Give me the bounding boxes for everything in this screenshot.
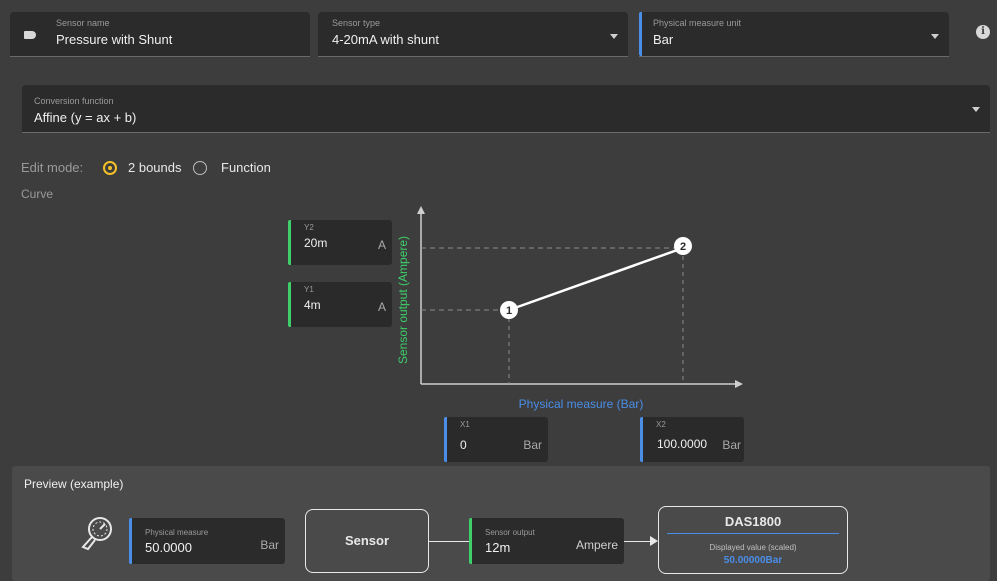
unit-select[interactable]: Physical measure unit Bar (639, 12, 949, 57)
sensor-name-label: Sensor name (56, 18, 110, 28)
sensor-type-value: 4-20mA with shunt (332, 32, 439, 47)
output-unit: Ampere (575, 538, 618, 552)
x2-accent-bar (640, 417, 643, 462)
gauge-icon (81, 517, 112, 551)
preview-panel: Preview (example) Physical measure 50.00… (12, 466, 990, 581)
y1-accent-bar (288, 282, 291, 327)
unit-value: Bar (653, 32, 674, 47)
x1-label: X1 (460, 420, 470, 429)
preview-title: Preview (example) (24, 477, 124, 491)
conversion-function-select[interactable]: Conversion function Affine (y = ax + b) (22, 85, 990, 133)
sensor-type-select[interactable]: Sensor type 4-20mA with shunt (318, 12, 628, 57)
info-icon[interactable]: i (976, 25, 990, 39)
x2-label: X2 (656, 420, 666, 429)
sensor-block: Sensor (305, 509, 429, 573)
sensor-name-field[interactable]: Sensor name Pressure with Shunt (10, 12, 310, 57)
x-axis-title: Physical measure (Bar) (519, 397, 644, 411)
point-1-label: 1 (506, 305, 512, 317)
physical-value: 50.0000 (145, 540, 192, 555)
curve-label: Curve (21, 187, 54, 201)
y1-label: Y1 (304, 285, 314, 294)
physical-measure-field: Physical measure 50.0000 Bar (129, 518, 285, 564)
arrow-right-icon (650, 536, 658, 546)
sensor-name-value: Pressure with Shunt (56, 32, 173, 47)
y1-value: 4m (304, 298, 321, 312)
y-axis-arrow (417, 206, 425, 214)
physical-unit: Bar (260, 538, 279, 552)
tag-icon (24, 31, 36, 39)
x1-value: 0 (460, 438, 467, 452)
y2-input[interactable]: Y2 20m A (288, 220, 392, 265)
radio-2-bounds[interactable] (103, 161, 117, 175)
conversion-value: Affine (y = ax + b) (34, 110, 137, 125)
x1-accent-bar (444, 417, 447, 462)
das-title: DAS1800 (724, 514, 782, 529)
unit-focus-bar (639, 12, 642, 56)
x1-unit: Bar (523, 438, 542, 452)
chevron-down-icon (972, 107, 980, 112)
sensor-type-label: Sensor type (332, 18, 381, 28)
x2-value: 100.0000 (657, 437, 708, 451)
curve-line (508, 246, 684, 312)
output-accent-bar (469, 518, 472, 564)
sensor-block-label: Sensor (344, 533, 390, 548)
x-axis-arrow (735, 380, 743, 388)
option-2-bounds-label[interactable]: 2 bounds (128, 160, 182, 175)
x2-input[interactable]: X2 100.0000 Bar (640, 417, 744, 462)
edit-mode-label: Edit mode: (21, 160, 84, 175)
y1-unit: A (377, 300, 386, 314)
radio-dot (108, 166, 112, 170)
unit-label: Physical measure unit (653, 18, 742, 28)
das-divider (667, 533, 839, 534)
y-axis-title: Sensor output (Ampere) (396, 236, 410, 364)
chevron-down-icon (931, 34, 939, 39)
chevron-down-icon (610, 34, 618, 39)
point-2-label: 2 (680, 241, 686, 253)
y2-unit: A (377, 238, 386, 252)
y2-accent-bar (288, 220, 291, 265)
conversion-label: Conversion function (34, 96, 114, 106)
das-value: 50.00000Bar (723, 555, 783, 566)
sensor-output-field: Sensor output 12m Ampere (469, 518, 624, 564)
physical-accent-bar (129, 518, 132, 564)
output-label: Sensor output (485, 528, 535, 537)
y2-label: Y2 (304, 223, 314, 232)
x2-unit: Bar (722, 438, 741, 452)
option-function-label[interactable]: Function (221, 160, 271, 175)
curve-chart: 1 2 Sensor output (Ampere) Physical meas… (396, 206, 743, 411)
das-caption: Displayed value (scaled) (709, 543, 797, 552)
y2-value: 20m (304, 236, 328, 250)
connector-line-1 (429, 541, 469, 542)
das-block: DAS1800 Displayed value (scaled) 50.0000… (658, 506, 848, 574)
physical-label: Physical measure (145, 528, 209, 537)
y1-input[interactable]: Y1 4m A (288, 282, 392, 327)
x1-input[interactable]: X1 0 Bar (444, 417, 548, 462)
radio-function[interactable] (193, 161, 207, 175)
output-value: 12m (485, 540, 511, 555)
